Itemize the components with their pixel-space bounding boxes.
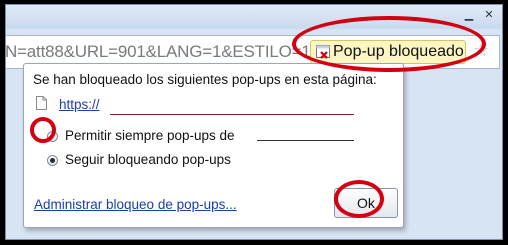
radio-selected-dot <box>50 158 55 163</box>
keep-blocking-label[interactable]: Seguir bloqueando pop-ups <box>65 152 231 167</box>
radio-always-allow[interactable] <box>47 131 58 142</box>
bubble-title: Se han bloqueado los siguientes pop-ups … <box>33 72 377 87</box>
blocked-popups-bubble: Se han bloqueado los siguientes pop-ups … <box>23 63 404 228</box>
close-window-icon[interactable]: ✕ <box>482 9 496 21</box>
manage-popup-blocking-link[interactable]: Administrar bloqueo de pop-ups... <box>34 197 237 212</box>
title-bar: ▁ ✕ <box>6 5 502 29</box>
blocked-popup-link[interactable]: https:// <box>59 97 100 112</box>
bookmark-star-icon[interactable]: ☆ <box>473 41 489 61</box>
popup-blocked-indicator[interactable]: Pop-up bloqueado <box>310 40 466 64</box>
popup-blocked-label: Pop-up bloqueado <box>333 43 464 60</box>
radio-keep-blocking[interactable] <box>47 155 58 166</box>
page-icon <box>36 96 47 110</box>
ok-button[interactable]: Ok <box>334 188 398 218</box>
popup-blocked-icon <box>316 45 330 59</box>
browser-window: ▁ ✕ N=att88&URL=901&LANG=1&ESTILO=1 Pop-… <box>5 4 503 240</box>
redacted-url-line <box>110 114 354 115</box>
url-text[interactable]: N=att88&URL=901&LANG=1&ESTILO=1 <box>6 42 311 62</box>
minimize-icon[interactable]: ▁ <box>462 9 476 21</box>
always-allow-label[interactable]: Permitir siempre pop-ups de <box>65 128 235 143</box>
redacted-site-line <box>257 140 354 141</box>
